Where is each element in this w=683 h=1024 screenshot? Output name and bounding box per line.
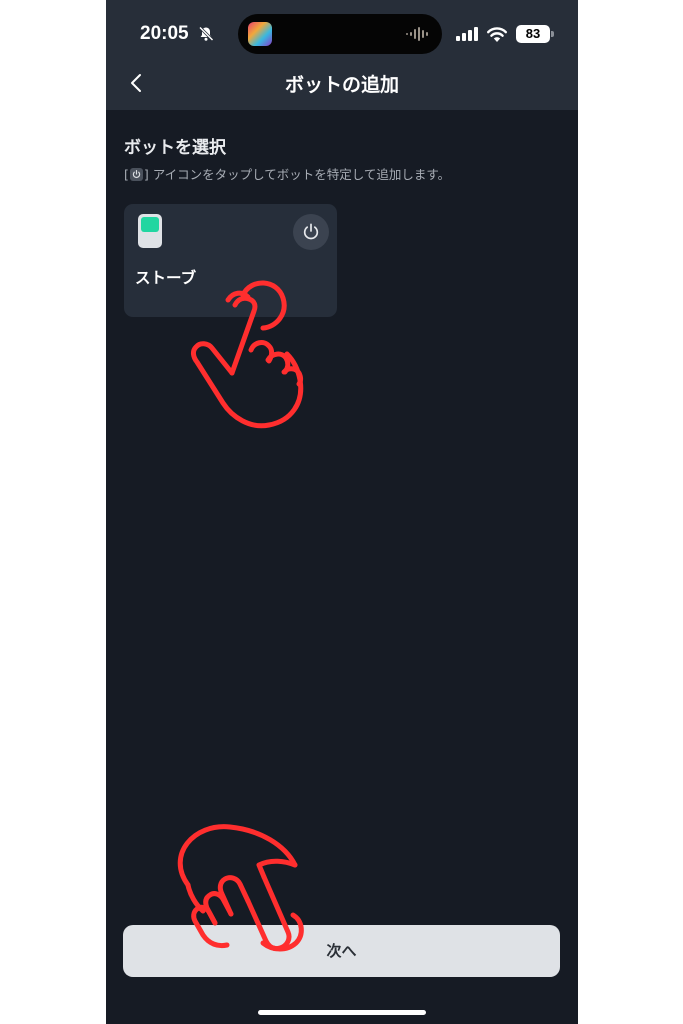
bot-device-icon bbox=[138, 214, 162, 248]
page-title: ボットの追加 bbox=[284, 74, 399, 96]
power-button[interactable] bbox=[293, 214, 329, 250]
battery-tip bbox=[551, 31, 554, 37]
section-title: ボットを選択 bbox=[124, 138, 226, 158]
power-icon bbox=[129, 168, 143, 181]
battery-icon: 83 bbox=[516, 25, 550, 43]
bell-slash-icon bbox=[198, 26, 214, 42]
hint-text: ] アイコンをタップしてボットを特定して追加します。 bbox=[143, 167, 451, 182]
top-bar: 20:05 83 ボットの追加 bbox=[106, 0, 578, 110]
wifi-icon bbox=[487, 27, 507, 42]
instruction-text: [ ] アイコンをタップしてボットを特定して追加します。 bbox=[124, 164, 450, 183]
hint-bracket-open: [ bbox=[124, 167, 129, 182]
app-icon bbox=[248, 22, 272, 46]
signal-icon bbox=[456, 27, 478, 41]
pointing-hand-icon bbox=[177, 824, 304, 952]
dynamic-island bbox=[238, 14, 442, 54]
home-indicator bbox=[258, 1010, 426, 1015]
pointing-hand-icon bbox=[191, 280, 304, 429]
audio-wave-icon bbox=[406, 27, 428, 41]
power-icon bbox=[303, 223, 319, 240]
device-indicator bbox=[141, 217, 159, 232]
status-time: 20:05 bbox=[140, 23, 189, 44]
